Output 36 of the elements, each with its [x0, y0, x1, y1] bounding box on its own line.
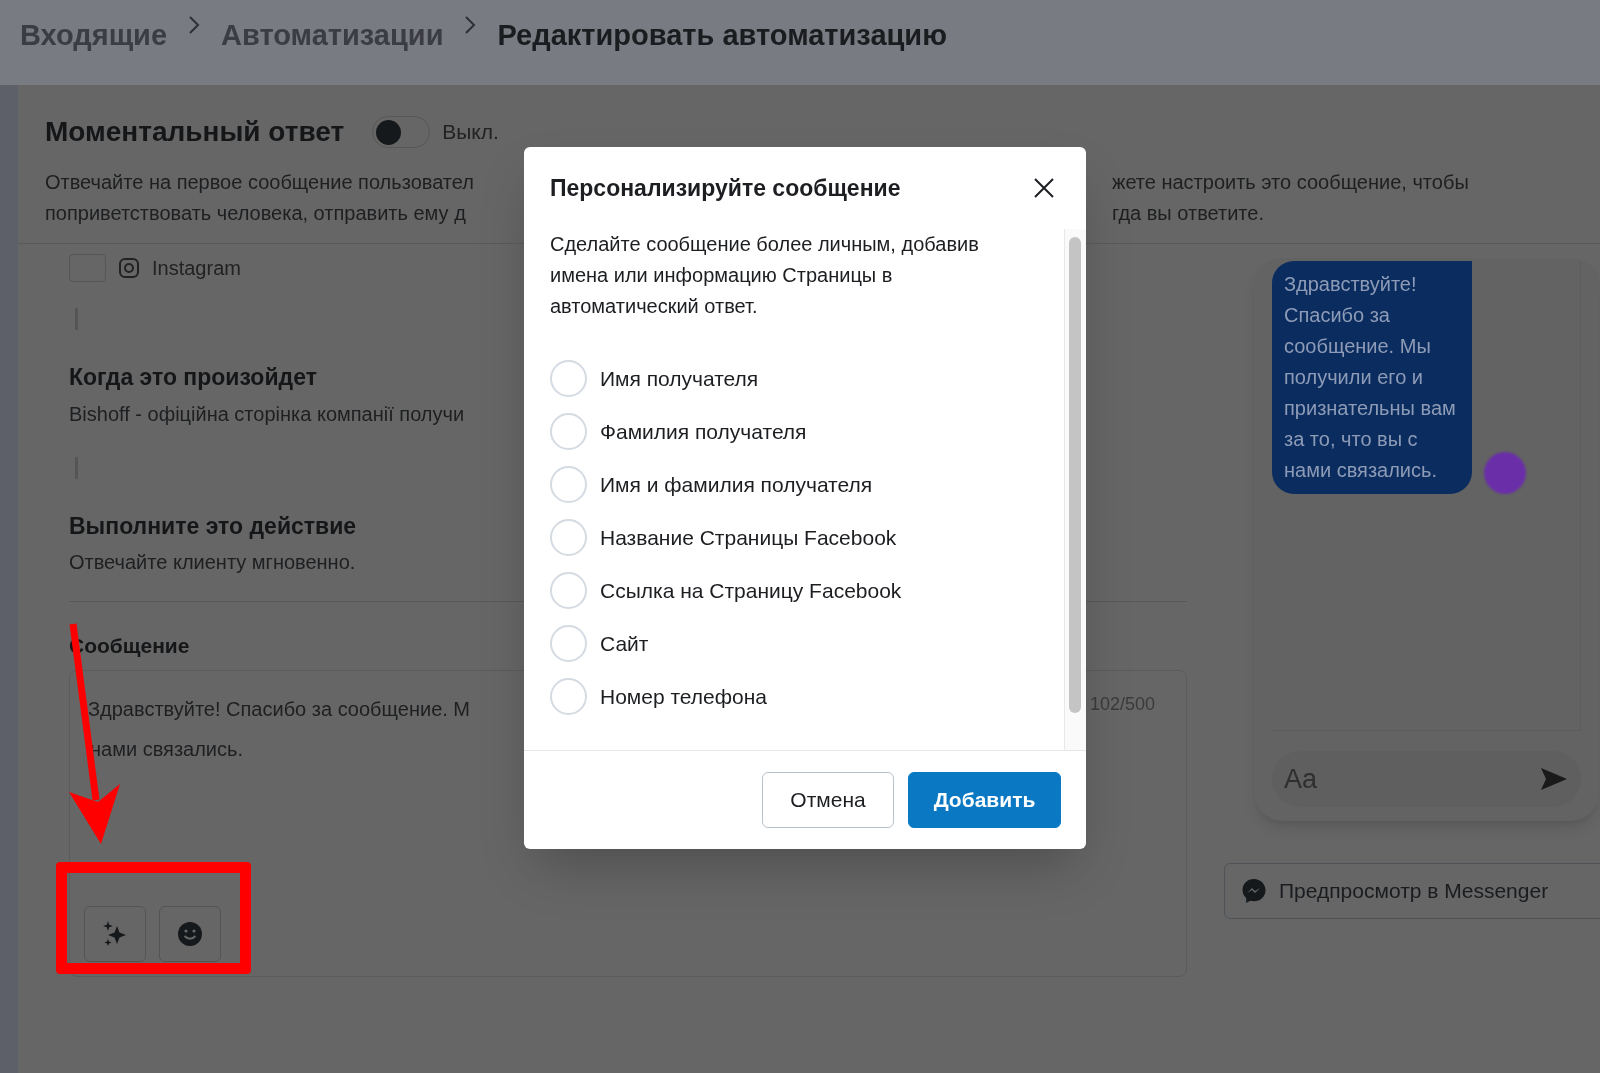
- chevron-right-icon: [463, 14, 478, 36]
- toggle-label: Выкл.: [442, 119, 499, 146]
- description-text: гда вы ответите.: [1112, 201, 1265, 226]
- cancel-button[interactable]: Отмена: [762, 772, 894, 828]
- radio-option[interactable]: Фамилия получателя: [550, 405, 1044, 458]
- message-text: Здравствуйте! Спасибо за сообщение. М: [88, 696, 472, 722]
- radio-option[interactable]: Сайт: [550, 617, 1044, 670]
- scrollbar-thumb[interactable]: [1069, 237, 1081, 713]
- step-description: Отвечайте клиенту мгновенно.: [69, 550, 357, 575]
- avatar: [1484, 452, 1526, 494]
- dialog-title: Персонализируйте сообщение: [550, 173, 901, 203]
- ai-button[interactable]: [84, 905, 146, 962]
- instagram-icon: [118, 257, 140, 279]
- toggle-switch[interactable]: [372, 116, 431, 148]
- radio-option[interactable]: Имя получателя: [550, 352, 1044, 405]
- close-icon: [1033, 177, 1055, 199]
- channel-label: Instagram: [152, 256, 241, 281]
- chevron-right-icon: [187, 14, 202, 36]
- radio-option[interactable]: Ссылка на Страницу Facebook: [550, 564, 1044, 617]
- messenger-icon: [1241, 878, 1267, 904]
- breadcrumb-current: Редактировать автоматизацию: [497, 18, 947, 53]
- description-text: Отвечайте на первое сообщение пользовател: [45, 170, 475, 195]
- step-title: Выполните это действие: [69, 511, 357, 541]
- description-text: жете настроить это сообщение, чтобы: [1112, 170, 1469, 195]
- smiley-icon: [178, 921, 202, 946]
- dialog-description: Сделайте сообщение более личным, добавив имена или информацию Страницы в автоматический ответ.: [550, 232, 980, 319]
- step-description: Bishoff - офіційна сторінка компанії получи: [69, 401, 466, 427]
- emoji-button[interactable]: [159, 905, 221, 962]
- radio-option[interactable]: Название Страницы Facebook: [550, 511, 1044, 564]
- add-button[interactable]: Добавить: [908, 772, 1061, 828]
- section-title: Моментальный ответ: [45, 115, 345, 149]
- step-title: Когда это произойдет: [69, 363, 317, 392]
- radio-option[interactable]: Имя и фамилия получателя: [550, 458, 1044, 511]
- radio-option[interactable]: Номер телефона: [550, 670, 1044, 723]
- message-bubble: Здравствуйте! Спасибо за сообщение. Мы получили его и признательны вам за то, что вы с нами связались.: [1272, 261, 1472, 494]
- description-text: поприветствовать человека, отправить ему д: [45, 201, 467, 226]
